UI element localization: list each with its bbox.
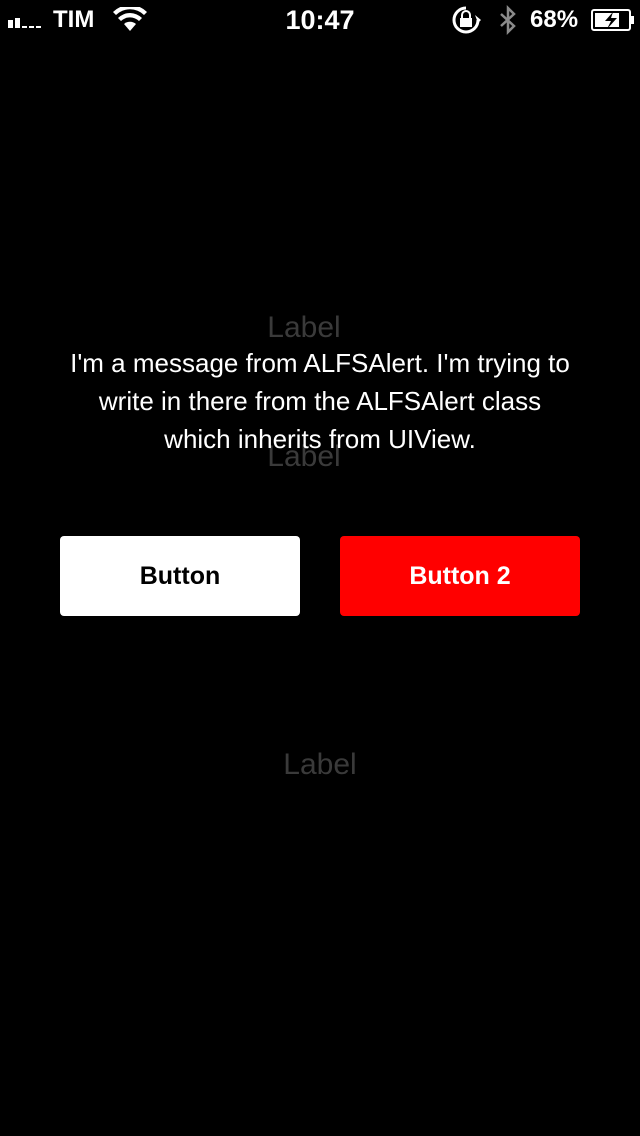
rotation-lock-icon: [452, 6, 481, 34]
button-secondary-label: Button 2: [409, 561, 511, 590]
alert-message: I'm a message from ALFSAlert. I'm trying…: [70, 348, 570, 454]
button-primary-label: Button: [139, 561, 221, 590]
button-primary[interactable]: Button: [60, 536, 300, 616]
button-secondary[interactable]: Button 2: [340, 536, 580, 616]
status-bar: TIM 10:47 68%: [0, 0, 640, 40]
battery-percent: 68%: [530, 6, 579, 33]
label-bottom: Label: [283, 748, 357, 781]
battery-charging-icon: [591, 9, 634, 31]
bluetooth-icon: [500, 5, 516, 35]
label-top: Label: [267, 311, 341, 344]
